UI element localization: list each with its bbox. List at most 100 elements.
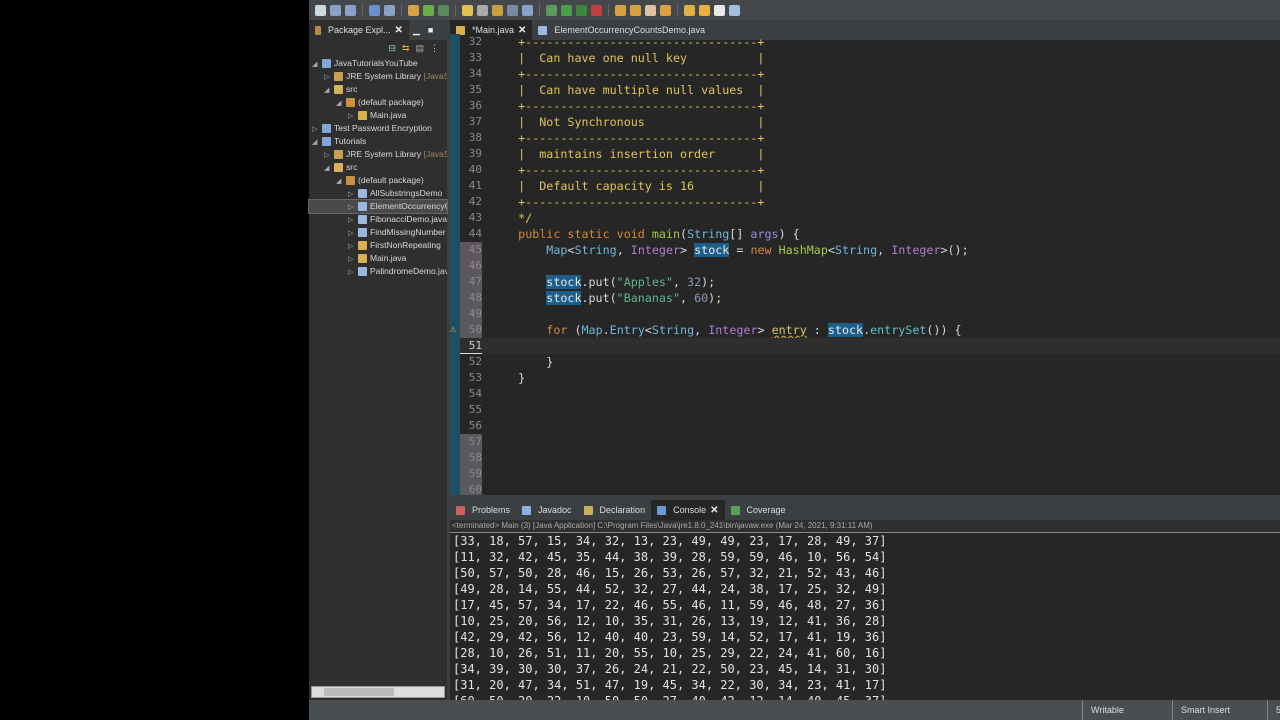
- paragraph-icon[interactable]: [522, 4, 533, 16]
- close-icon[interactable]: ✕: [395, 25, 403, 36]
- tab-console[interactable]: Console ✕: [651, 500, 725, 520]
- tree-item[interactable]: ◢ Tutorials: [309, 135, 447, 148]
- collapsed-arrow-icon[interactable]: ▷: [348, 266, 358, 278]
- console-output[interactable]: [33, 18, 57, 15, 34, 32, 13, 23, 49, 49,…: [450, 533, 1280, 700]
- tree-item[interactable]: ◢ (default package): [309, 174, 447, 187]
- tree-item-label: Tutorials: [334, 136, 367, 146]
- change-ruler: [450, 226, 460, 242]
- external-tools-icon[interactable]: [591, 4, 602, 16]
- forward-icon[interactable]: [714, 4, 725, 16]
- tree-item-label: src: [346, 162, 358, 172]
- minimize-icon[interactable]: ▁: [413, 25, 420, 36]
- task-icon[interactable]: [507, 4, 518, 16]
- perspective-icon[interactable]: [729, 4, 740, 16]
- code-line: 40 +---------------------------------+: [450, 162, 1280, 178]
- save-all-icon[interactable]: [345, 4, 356, 16]
- tree-item[interactable]: ◢ src: [309, 83, 447, 96]
- line-number: 49: [460, 306, 482, 322]
- tree-item[interactable]: ◢ JavaTutorialsYouTube: [309, 57, 447, 70]
- tree-item[interactable]: ▷ ElementOccurrencyCountsDemo: [308, 199, 448, 214]
- collapsed-arrow-icon[interactable]: ▷: [312, 123, 322, 135]
- coverage-icon[interactable]: [576, 4, 587, 16]
- collapsed-arrow-icon[interactable]: ▷: [348, 227, 358, 239]
- search-icon[interactable]: [645, 4, 656, 16]
- tree-item[interactable]: ▷ FindMissingNumber: [309, 226, 447, 239]
- skip-breakpoints-icon[interactable]: [384, 4, 395, 16]
- code-token: }: [490, 355, 554, 369]
- tab-label: Coverage: [746, 505, 786, 515]
- run-icon[interactable]: [561, 4, 572, 16]
- code-token: ,: [877, 243, 892, 257]
- close-tab-icon[interactable]: ✕: [710, 505, 718, 516]
- tree-item[interactable]: ▷ Main.java: [309, 109, 447, 122]
- expanded-arrow-icon[interactable]: ◢: [312, 58, 322, 70]
- new-package-icon[interactable]: [408, 4, 419, 16]
- collapsed-arrow-icon[interactable]: ▷: [348, 214, 358, 226]
- collapsed-arrow-icon[interactable]: ▷: [348, 188, 358, 200]
- expanded-arrow-icon[interactable]: ◢: [312, 136, 322, 148]
- status-bar: Writable Smart Insert 51 : 13 : 1472: [309, 700, 1280, 720]
- collapsed-arrow-icon[interactable]: ▷: [324, 71, 334, 83]
- tree-item-decoration: [JavaS: [421, 149, 447, 159]
- tree-item[interactable]: ▷ JRE System Library [JavaS: [309, 148, 447, 161]
- collapse-all-icon[interactable]: ⊟: [388, 43, 396, 54]
- tab-declaration[interactable]: Declaration: [578, 500, 652, 520]
- refresh-icon[interactable]: [423, 4, 434, 16]
- collapsed-arrow-icon[interactable]: ▷: [348, 240, 358, 252]
- collapsed-arrow-icon[interactable]: ▷: [324, 149, 334, 161]
- prev-annotation-icon[interactable]: [684, 4, 695, 16]
- code-text: +---------------------------------+: [490, 66, 764, 82]
- view-menu-icon[interactable]: ⋮: [430, 43, 439, 54]
- code-text: for (Map.Entry<String, Integer> entry : …: [490, 322, 962, 338]
- tab-coverage[interactable]: Coverage: [725, 500, 792, 520]
- code-token: >();: [940, 243, 969, 257]
- tree-item[interactable]: ▷ FirstNonRepeating: [309, 239, 447, 252]
- expanded-arrow-icon[interactable]: ◢: [336, 175, 346, 187]
- filter-icon[interactable]: ▤: [415, 43, 424, 54]
- maximize-icon[interactable]: ■: [428, 25, 433, 35]
- tree-item[interactable]: ◢ (default package): [309, 96, 447, 109]
- javadoc-icon: [522, 505, 532, 515]
- status-insert-mode: Smart Insert: [1172, 700, 1267, 720]
- collapsed-arrow-icon[interactable]: ▷: [348, 253, 358, 265]
- debug-run-icon[interactable]: [546, 4, 557, 16]
- tab-problems[interactable]: Problems: [450, 500, 516, 520]
- library-icon: [334, 150, 343, 160]
- collapsed-arrow-icon[interactable]: ▷: [348, 110, 358, 122]
- expanded-arrow-icon[interactable]: ◢: [324, 162, 334, 174]
- pen-icon[interactable]: [462, 4, 473, 16]
- build-icon[interactable]: [477, 4, 488, 16]
- code-line: 38 +---------------------------------+: [450, 130, 1280, 146]
- save-icon[interactable]: [330, 4, 341, 16]
- code-line: 39 | maintains insertion order |: [450, 146, 1280, 162]
- code-area[interactable]: 32 +---------------------------------+ 33…: [450, 34, 1280, 495]
- expanded-arrow-icon[interactable]: ◢: [324, 84, 334, 96]
- next-annotation-icon[interactable]: [660, 4, 671, 16]
- new-icon[interactable]: [315, 4, 326, 16]
- open-type-icon[interactable]: [492, 4, 503, 16]
- tree-item[interactable]: ◢ src: [309, 161, 447, 174]
- expanded-arrow-icon[interactable]: ◢: [336, 97, 346, 109]
- debug-icon[interactable]: [438, 4, 449, 16]
- line-number: 59: [460, 466, 482, 482]
- tree-item[interactable]: ▷ PalindromeDemo.java: [309, 265, 447, 278]
- tree-item[interactable]: ▷ Main.java: [309, 252, 447, 265]
- code-token: Map: [546, 243, 568, 257]
- tree-item[interactable]: ▷ AllSubstringsDemo: [309, 187, 447, 200]
- tab-package-explorer[interactable]: Package Expl... ✕: [309, 20, 409, 40]
- open-folder-icon[interactable]: [615, 4, 626, 16]
- tree-item[interactable]: ▷ FibonacciDemo.java: [309, 213, 447, 226]
- back-icon[interactable]: [699, 4, 710, 16]
- open-file-icon[interactable]: [630, 4, 641, 16]
- tab-javadoc[interactable]: Javadoc: [516, 500, 578, 520]
- horizontal-scrollbar[interactable]: [311, 686, 445, 698]
- collapsed-arrow-icon[interactable]: ▷: [348, 201, 358, 213]
- change-ruler: [450, 162, 460, 178]
- link-editor-icon[interactable]: ⇆: [402, 43, 410, 54]
- package-icon: [346, 176, 355, 186]
- tree-item[interactable]: ▷ Test Password Encryption: [309, 122, 447, 135]
- terminal-icon[interactable]: [369, 4, 380, 16]
- warning-icon[interactable]: ⚠: [450, 322, 456, 338]
- tree-item[interactable]: ▷ JRE System Library [JavaS: [309, 70, 447, 83]
